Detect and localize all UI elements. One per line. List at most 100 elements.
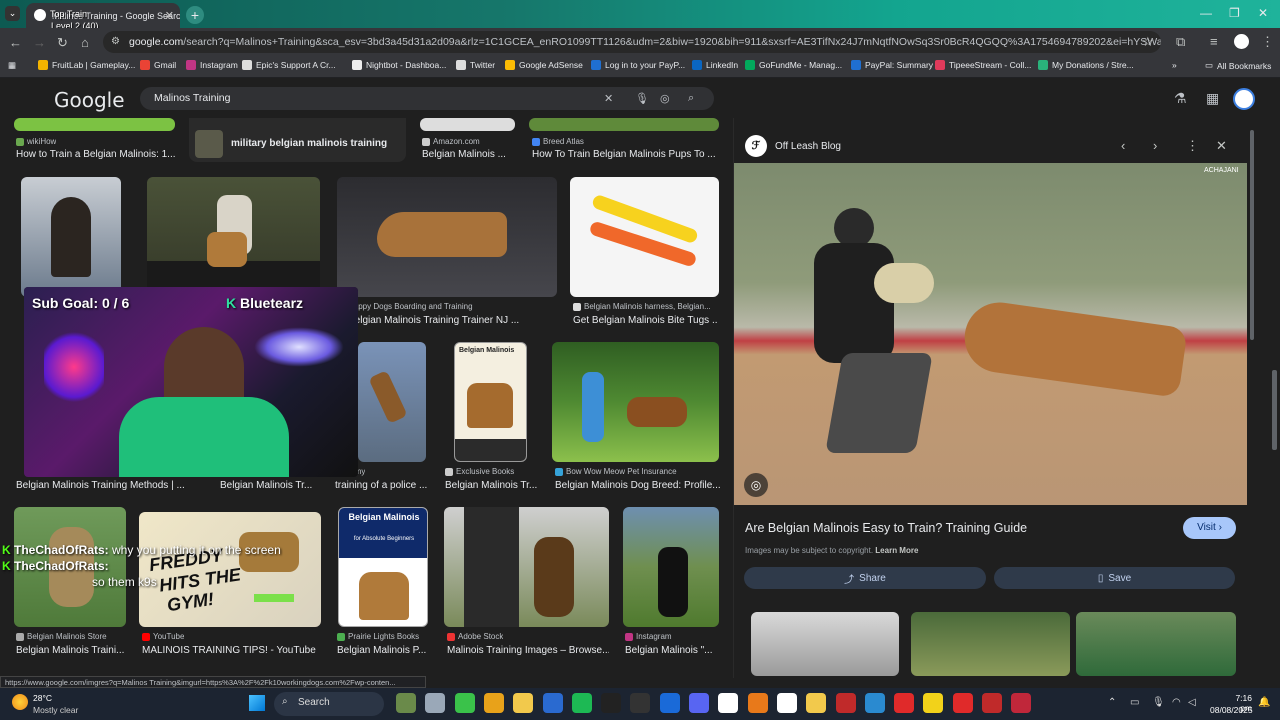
panel-site-name[interactable]: Off Leash Blog bbox=[775, 141, 841, 152]
result-title[interactable]: How to Train a Belgian Malinois: 1... bbox=[16, 149, 176, 160]
image-thumbnail[interactable] bbox=[21, 177, 121, 297]
google-logo[interactable]: Google bbox=[54, 88, 125, 112]
weather-icon[interactable] bbox=[12, 694, 28, 710]
result-title[interactable]: Belgian Malinois Training Trainer NJ ... bbox=[348, 315, 558, 326]
taskbar-search[interactable]: ⌕ Search bbox=[274, 692, 384, 716]
app-icon[interactable] bbox=[894, 693, 915, 713]
extensions-icon[interactable]: ⧉ bbox=[1176, 34, 1185, 50]
voice-search-icon[interactable]: 🎙 bbox=[635, 92, 649, 105]
windows-start-icon[interactable] bbox=[249, 695, 265, 711]
bookmark-star-icon[interactable]: ☆ bbox=[1142, 34, 1154, 50]
bookmark-item[interactable]: Log in to your PayP... bbox=[591, 60, 685, 70]
lens-search-icon[interactable]: ◎ bbox=[660, 92, 670, 105]
all-bookmarks-folder[interactable]: ▭ All Bookmarks bbox=[1205, 60, 1271, 71]
image-thumbnail[interactable] bbox=[147, 177, 320, 297]
bookmark-item[interactable]: Twitter bbox=[456, 60, 495, 70]
close-tab-icon[interactable]: ✕ bbox=[165, 9, 174, 22]
search-icon[interactable]: ⌕ bbox=[688, 92, 694, 105]
image-thumbnail[interactable] bbox=[358, 342, 426, 462]
app-icon[interactable] bbox=[396, 693, 416, 713]
notes-icon[interactable] bbox=[923, 693, 944, 713]
bookmark-item[interactable]: Nightbot - Dashboa... bbox=[352, 60, 446, 70]
discord-icon[interactable] bbox=[689, 693, 709, 713]
bookmark-item[interactable]: Gmail bbox=[140, 60, 176, 70]
search-input[interactable]: Malinos Training bbox=[140, 87, 714, 110]
result-title[interactable]: How To Train Belgian Malinois Pups To ..… bbox=[532, 149, 720, 160]
profile-avatar[interactable] bbox=[1234, 34, 1249, 49]
image-thumbnail[interactable] bbox=[552, 342, 719, 462]
maximize-icon[interactable]: ❐ bbox=[1229, 6, 1240, 20]
volume-icon[interactable]: ◁ bbox=[1188, 697, 1196, 708]
site-info-icon[interactable]: ⚙ bbox=[111, 36, 120, 47]
close-window-icon[interactable]: ✕ bbox=[1258, 6, 1268, 20]
panel-scrollbar[interactable] bbox=[1250, 130, 1254, 340]
result-title[interactable]: Belgian Malinois Training Methods | ... bbox=[16, 480, 191, 491]
bookmark-item[interactable]: Instagram bbox=[186, 60, 238, 70]
result-title[interactable]: Belgian Malinois Tr... bbox=[445, 480, 545, 491]
epic-games-icon[interactable] bbox=[601, 693, 622, 713]
back-icon[interactable]: ← bbox=[9, 35, 22, 50]
result-title[interactable]: MALINOIS TRAINING TIPS! - YouTube bbox=[142, 645, 332, 656]
spotify-icon[interactable] bbox=[571, 693, 592, 713]
account-avatar[interactable] bbox=[1233, 88, 1255, 110]
reload-icon[interactable]: ↻ bbox=[57, 35, 68, 51]
image-thumbnail[interactable] bbox=[444, 507, 609, 627]
image-thumbnail[interactable] bbox=[570, 177, 719, 297]
related-image-thumbnail[interactable] bbox=[911, 612, 1070, 676]
panel-title[interactable]: Are Belgian Malinois Easy to Train? Trai… bbox=[745, 521, 1027, 535]
result-title[interactable]: Belgian Malinois P... bbox=[337, 645, 429, 656]
file-explorer-icon[interactable] bbox=[513, 693, 534, 713]
clear-search-icon[interactable]: ✕ bbox=[604, 92, 613, 105]
app-icon[interactable] bbox=[982, 693, 1002, 713]
app-icon[interactable] bbox=[630, 693, 651, 713]
app-icon[interactable] bbox=[835, 693, 856, 713]
visit-button[interactable]: Visit › bbox=[1183, 517, 1236, 539]
more-options-icon[interactable]: ⋮ bbox=[1186, 138, 1199, 154]
vs-code-icon[interactable] bbox=[542, 693, 563, 713]
app-icon[interactable] bbox=[864, 693, 885, 713]
clock-date[interactable]: 08/08/2025 bbox=[1210, 705, 1253, 715]
lens-icon[interactable]: ◎ bbox=[744, 473, 768, 497]
share-button[interactable]: ⤴ Share bbox=[744, 567, 986, 589]
bookmark-item[interactable]: LinkedIn bbox=[692, 60, 738, 70]
wifi-icon[interactable]: ◠ bbox=[1172, 697, 1181, 708]
bookmark-item[interactable]: Google AdSense bbox=[505, 60, 583, 70]
chrome-menu-button[interactable]: ⌄ bbox=[5, 6, 20, 21]
image-thumbnail[interactable] bbox=[623, 507, 719, 627]
labs-flask-icon[interactable]: ⚗ bbox=[1174, 90, 1187, 107]
result-title[interactable]: Malinois Training Images – Browse... bbox=[447, 645, 609, 656]
microphone-icon[interactable]: 🎙 bbox=[1152, 697, 1165, 708]
bookmark-item[interactable]: My Donations / Stre... bbox=[1038, 60, 1134, 70]
steam-icon[interactable] bbox=[659, 693, 680, 713]
result-title[interactable]: Belgian Malinois ... bbox=[422, 149, 522, 160]
minimize-icon[interactable]: — bbox=[1200, 6, 1212, 20]
book-cover-thumbnail[interactable]: Belgian Malinois for Absolute Beginners bbox=[338, 507, 428, 627]
vlc-icon[interactable] bbox=[747, 693, 768, 713]
task-view-icon[interactable] bbox=[425, 693, 446, 713]
image-thumbnail[interactable] bbox=[14, 118, 175, 131]
previous-image-icon[interactable]: ‹ bbox=[1121, 138, 1125, 153]
youtube-thumbnail[interactable]: FREDDY HITS THE GYM! bbox=[139, 512, 321, 627]
image-thumbnail[interactable] bbox=[337, 177, 557, 297]
app-icon[interactable] bbox=[776, 693, 797, 713]
bookmark-item[interactable]: GoFundMe - Manag... bbox=[745, 60, 842, 70]
app-icon[interactable] bbox=[952, 693, 973, 713]
bookmark-item[interactable]: FruitLab | Gameplay... bbox=[38, 60, 135, 70]
chrome-icon[interactable] bbox=[483, 693, 504, 713]
related-image-thumbnail[interactable] bbox=[751, 612, 899, 676]
next-image-icon[interactable]: › bbox=[1153, 138, 1157, 153]
preview-image[interactable]: ACHAJANI ◎ bbox=[734, 163, 1247, 505]
app-icon[interactable] bbox=[806, 693, 827, 713]
chrome-menu-icon[interactable]: ⋮ bbox=[1261, 34, 1274, 50]
result-title[interactable]: Get Belgian Malinois Bite Tugs ... bbox=[573, 315, 718, 326]
more-bookmarks-icon[interactable]: » bbox=[1172, 60, 1177, 70]
book-cover-thumbnail[interactable]: Belgian Malinois bbox=[454, 342, 527, 462]
related-image-thumbnail[interactable] bbox=[1076, 612, 1236, 676]
bookmark-item[interactable]: PayPal: Summary bbox=[851, 60, 933, 70]
result-title[interactable]: training of a police ... bbox=[335, 480, 435, 491]
spreadsheet-icon[interactable] bbox=[454, 693, 475, 713]
new-tab-button[interactable]: + bbox=[186, 6, 204, 24]
media-icon[interactable]: ≡ bbox=[1210, 34, 1218, 49]
forward-icon[interactable]: → bbox=[33, 35, 46, 50]
bookmark-item[interactable]: Epic's Support A Cr... bbox=[242, 60, 336, 70]
